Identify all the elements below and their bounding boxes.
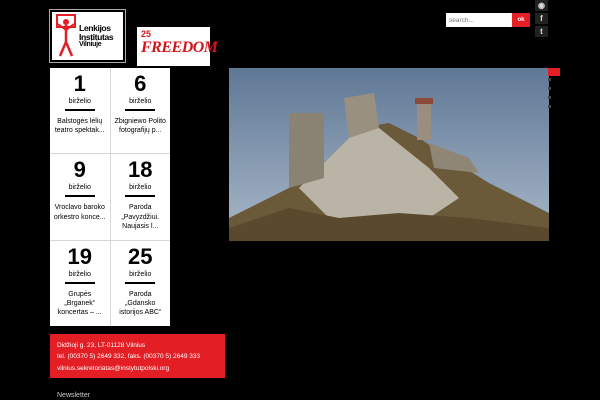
event-divider <box>64 109 95 112</box>
logo-wordmark: Lenkijos Institutas Vilniuje <box>79 24 114 49</box>
social-links: ◉ f t <box>535 0 549 37</box>
castle-ruins-photo <box>229 68 549 241</box>
contact-box: Didžioji g. 23, LT-01128 Vilnius tel. (0… <box>50 334 225 378</box>
slider-dot[interactable] <box>548 87 551 90</box>
logo-line-2: Institutas <box>79 31 114 42</box>
event-day: 9 <box>73 157 86 183</box>
event-month: birželio <box>129 184 152 192</box>
rss-icon[interactable]: ◉ <box>535 0 548 11</box>
event-card[interactable]: 6 birželio Zbigniewo Polito fotografijų … <box>110 68 171 154</box>
newsletter-link[interactable]: Newsletter <box>57 392 90 399</box>
event-card[interactable]: 25 birželio Paroda „Gdansko istorijos AB… <box>110 240 171 326</box>
event-day: 1 <box>73 71 86 96</box>
freedom-badge[interactable]: 25 FREEDOM <box>137 27 218 66</box>
event-card[interactable]: 9 birželio Vroclavo baroko orkestro konc… <box>50 154 110 240</box>
event-day: 25 <box>128 243 153 269</box>
event-divider <box>64 281 95 284</box>
featured-slider-image[interactable] <box>229 68 549 241</box>
event-month: birželio <box>68 270 91 278</box>
slider-dot[interactable] <box>548 96 551 99</box>
event-divider <box>125 281 156 284</box>
event-divider <box>125 195 156 198</box>
event-title[interactable]: Balstogės lėlių teatro spektak... <box>50 117 110 135</box>
slider-dot[interactable] <box>548 105 551 108</box>
slider-dot[interactable] <box>548 78 551 81</box>
slider-active-indicator[interactable] <box>548 68 560 76</box>
event-day: 18 <box>128 157 153 183</box>
event-title[interactable]: Grupės „Brganek“ koncertas – ... <box>50 290 110 317</box>
event-title[interactable]: Vroclavo baroko orkestro konce... <box>50 203 110 221</box>
event-title[interactable]: Zbigniewo Polito fotografijų p... <box>111 117 171 135</box>
event-day: 6 <box>134 71 147 96</box>
event-card[interactable]: 19 birželio Grupės „Brganek“ koncertas –… <box>50 240 110 326</box>
search-input[interactable] <box>446 13 512 27</box>
events-grid: 1 birželio Balstogės lėlių teatro spekta… <box>50 68 170 326</box>
slider-dots <box>548 78 552 108</box>
freedom-badge-number: 25 <box>141 29 152 39</box>
contact-phones: tel. (00370 5) 2649 332, faks. (00370 5)… <box>57 353 201 361</box>
event-month: birželio <box>129 98 152 106</box>
site-logo[interactable]: Lenkijos Institutas Vilniuje <box>49 9 126 63</box>
event-month: birželio <box>68 98 91 106</box>
event-divider <box>64 195 95 198</box>
search-button[interactable]: ok <box>512 13 530 27</box>
search-form: ok <box>446 13 530 27</box>
logo-line-3: Vilniuje <box>79 41 102 49</box>
event-title[interactable]: Paroda „Gdansko istorijos ABC“ <box>111 290 171 317</box>
contact-address: Didžioji g. 23, LT-01128 Vilnius <box>57 342 146 349</box>
facebook-icon[interactable]: f <box>535 13 548 24</box>
contact-email[interactable]: vilnius.sekretoriatas@instytutpolski.org <box>57 363 218 374</box>
event-divider <box>125 109 156 112</box>
event-title[interactable]: Paroda „Pavyzdžiui. Naujasis l... <box>111 203 171 230</box>
event-month: birželio <box>129 270 152 278</box>
event-day: 19 <box>67 243 92 269</box>
figure-logo-icon <box>56 14 76 57</box>
twitter-icon[interactable]: t <box>535 26 548 37</box>
freedom-badge-word: FREEDOM <box>141 39 218 56</box>
event-card[interactable]: 1 birželio Balstogės lėlių teatro spekta… <box>50 68 110 154</box>
event-month: birželio <box>68 184 91 192</box>
event-card[interactable]: 18 birželio Paroda „Pavyzdžiui. Naujasis… <box>110 154 171 240</box>
